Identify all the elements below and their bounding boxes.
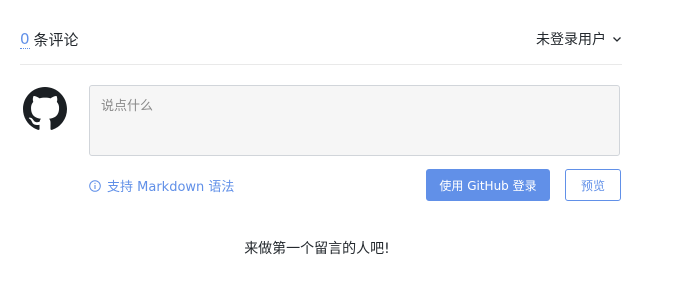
comment-count: 0 条评论 (20, 29, 79, 50)
comment-input[interactable] (89, 85, 620, 156)
comment-count-label: 条评论 (33, 30, 79, 49)
comments-header: 0 条评论 未登录用户 (20, 28, 622, 50)
comment-count-number: 0 (20, 29, 30, 49)
github-login-button[interactable]: 使用 GitHub 登录 (426, 169, 550, 201)
empty-comments-message: 来做第一个留言的人吧! (244, 241, 390, 257)
github-icon (23, 87, 67, 130)
user-menu-label: 未登录用户 (536, 32, 606, 48)
user-menu[interactable]: 未登录用户 (536, 29, 622, 49)
header-divider (20, 64, 622, 65)
preview-button[interactable]: 预览 (565, 169, 621, 201)
markdown-tip-link[interactable]: 支持 Markdown 语法 (89, 176, 234, 195)
chevron-down-icon (613, 37, 621, 42)
info-icon (89, 179, 101, 192)
markdown-tip-label: 支持 Markdown 语法 (107, 180, 235, 195)
